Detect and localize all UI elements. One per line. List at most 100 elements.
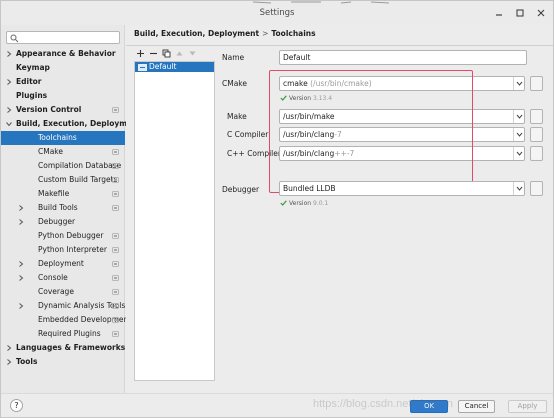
sidebar-item[interactable]: Languages & Frameworks: [1, 341, 125, 355]
chevron-down-icon[interactable]: [513, 128, 524, 141]
make-combo[interactable]: /usr/bin/make: [279, 109, 525, 124]
sidebar-item[interactable]: Appearance & Behavior: [1, 47, 125, 61]
chevron-down-icon[interactable]: [513, 147, 524, 160]
sidebar-item-label: Toolchains: [38, 133, 77, 142]
breadcrumb-parent[interactable]: Build, Execution, Deployment: [134, 29, 259, 38]
chevron-right-icon[interactable]: [18, 261, 24, 267]
cancel-button[interactable]: Cancel: [458, 400, 495, 413]
minimize-button[interactable]: [493, 7, 505, 19]
cxx-compiler-combo[interactable]: /usr/bin/clang++-7: [279, 146, 525, 161]
sidebar-item[interactable]: Editor: [1, 75, 125, 89]
search-icon: [10, 34, 19, 43]
remove-icon[interactable]: [149, 49, 158, 58]
name-field[interactable]: Default: [279, 50, 527, 65]
sidebar-item[interactable]: Console: [1, 271, 125, 285]
sidebar-item[interactable]: Custom Build Targets: [1, 173, 125, 187]
cxx-compiler-browse-button[interactable]: [530, 146, 543, 161]
chevron-right-icon[interactable]: [6, 345, 12, 351]
settings-sidebar: Appearance & Behavior Keymap Editor Plugins…: [1, 25, 141, 393]
toolchain-list: Default: [134, 61, 215, 381]
sidebar-item[interactable]: Keymap: [1, 61, 125, 75]
c-compiler-browse-button[interactable]: [530, 127, 543, 142]
chevron-right-icon[interactable]: [6, 359, 12, 365]
sidebar-item[interactable]: Build, Execution, Deployment: [1, 117, 141, 131]
sidebar-item[interactable]: Embedded Development: [1, 313, 131, 327]
cmake-hint: /usr/bin/cmake: [313, 79, 369, 88]
sidebar-item[interactable]: Plugins: [1, 89, 125, 103]
chevron-right-icon[interactable]: [6, 107, 12, 113]
c-compiler-suffix: -7: [334, 130, 342, 139]
sidebar-item-label: CMake: [38, 147, 63, 156]
project-settings-icon: [112, 303, 119, 309]
sidebar-item[interactable]: Python Debugger: [1, 229, 125, 243]
debugger-value: Bundled LLDB: [283, 184, 336, 193]
arrow-down-icon[interactable]: [188, 49, 197, 58]
sidebar-item[interactable]: Deployment: [1, 257, 125, 271]
sidebar-item[interactable]: Coverage: [1, 285, 125, 299]
debugger-combo[interactable]: Bundled LLDB: [279, 181, 525, 196]
c-compiler-combo[interactable]: /usr/bin/clang-7: [279, 127, 525, 142]
sidebar-item-label: Build Tools: [38, 203, 78, 212]
apply-button[interactable]: Apply: [508, 400, 547, 413]
project-settings-icon: [112, 149, 119, 155]
titlebar-scribble: [252, 1, 390, 4]
breadcrumb-current: Toolchains: [271, 29, 316, 38]
sidebar-item[interactable]: Python Interpreter: [1, 243, 125, 257]
chevron-right-icon[interactable]: [6, 79, 12, 85]
sidebar-item-label: Console: [38, 273, 68, 282]
sidebar-item[interactable]: Debugger: [1, 215, 125, 229]
project-settings-icon: [112, 289, 119, 295]
chevron-right-icon[interactable]: [18, 275, 24, 281]
c-compiler-value: /usr/bin/clang: [283, 130, 335, 139]
chevron-right-icon[interactable]: [18, 205, 24, 211]
make-value: /usr/bin/make: [283, 112, 335, 121]
breadcrumb: Build, Execution, Deployment > Toolchains: [134, 29, 316, 38]
settings-search-input[interactable]: [6, 31, 120, 44]
minimize-icon: [496, 14, 502, 16]
sidebar-item[interactable]: Dynamic Analysis Tools: [1, 299, 125, 313]
divider: [126, 45, 553, 46]
toolchain-item-default[interactable]: Default: [135, 62, 214, 72]
make-browse-button[interactable]: [530, 109, 543, 124]
debugger-browse-button[interactable]: [530, 181, 543, 196]
title-bar: Settings: [1, 1, 553, 25]
maximize-button[interactable]: [514, 7, 526, 19]
close-button[interactable]: [535, 7, 547, 19]
sidebar-item[interactable]: Compilation Database: [1, 159, 125, 173]
sidebar-item-label: Keymap: [16, 63, 50, 72]
project-settings-icon: [112, 331, 119, 337]
cxx-compiler-suffix: ++-7: [334, 149, 355, 158]
help-button[interactable]: ?: [10, 399, 23, 412]
add-icon[interactable]: [136, 49, 145, 58]
sidebar-item[interactable]: Build Tools: [1, 201, 125, 215]
chevron-down-icon[interactable]: [513, 110, 524, 123]
project-settings-icon: [112, 275, 119, 281]
chevron-right-icon[interactable]: [18, 219, 24, 225]
sidebar-item[interactable]: Version Control: [1, 103, 125, 117]
sidebar-item-label: Build, Execution, Deployment: [16, 119, 142, 128]
sidebar-item-label: Python Interpreter: [38, 245, 107, 254]
cmake-combo[interactable]: cmake (/usr/bin/cmake): [279, 76, 525, 91]
sidebar-item[interactable]: Makefile: [1, 187, 125, 201]
sidebar-item-label: Python Debugger: [38, 231, 104, 240]
breadcrumb-separator: >: [262, 29, 269, 38]
window-title: Settings: [259, 8, 295, 18]
arrow-up-icon[interactable]: [175, 49, 184, 58]
ok-button[interactable]: OK: [410, 400, 448, 413]
chevron-right-icon[interactable]: [6, 51, 12, 57]
chevron-down-icon[interactable]: [6, 121, 12, 127]
dialog-button-bar: ? OK Cancel Apply: [1, 393, 553, 417]
sidebar-item-label: Custom Build Targets: [38, 175, 118, 184]
sidebar-item[interactable]: Tools: [1, 355, 125, 369]
cmake-browse-button[interactable]: [530, 76, 543, 91]
sidebar-item[interactable]: Toolchains: [1, 131, 125, 145]
sidebar-item[interactable]: Required Plugins: [1, 327, 125, 341]
chevron-down-icon[interactable]: [513, 77, 524, 90]
copy-icon[interactable]: [162, 49, 171, 58]
chevron-right-icon[interactable]: [18, 303, 24, 309]
chevron-down-icon[interactable]: [513, 182, 524, 195]
cmake-version-label: Version: [289, 95, 312, 102]
sidebar-item[interactable]: CMake: [1, 145, 125, 159]
toolchain-icon: [138, 64, 147, 71]
sidebar-item-label: Deployment: [38, 259, 84, 268]
